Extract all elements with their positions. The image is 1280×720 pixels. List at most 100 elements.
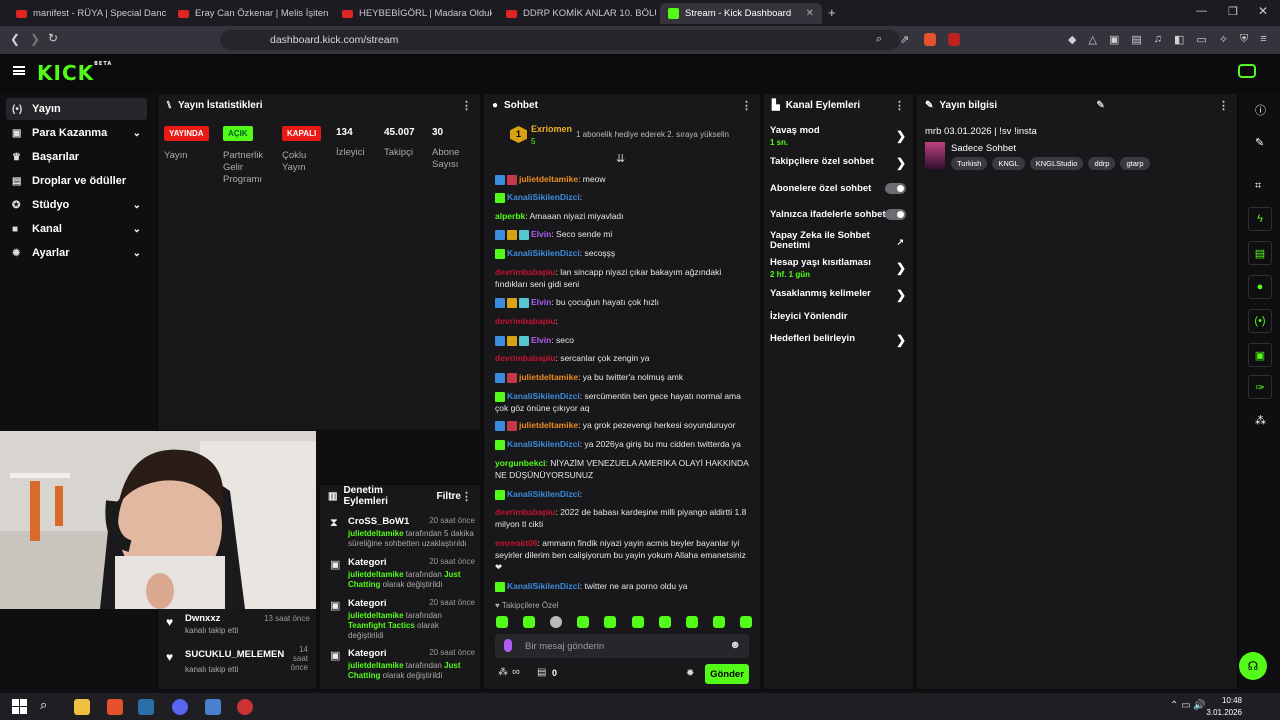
extension-icon[interactable]: ▤ [1131,33,1141,47]
send-button[interactable]: Gönder [705,664,749,684]
rail-document-button[interactable]: ▤ [1248,241,1272,265]
close-window-icon[interactable]: ✕ [1258,4,1268,18]
chat-username[interactable]: yorgunbekci [495,458,546,468]
zoom-icon[interactable]: ⌕ [876,33,882,46]
gift-leader-name[interactable]: Exriomen [531,124,572,134]
collapse-icon[interactable]: ⇊ [616,152,625,165]
emote-icon[interactable] [577,616,590,628]
chat-username[interactable]: alperbk [495,211,525,221]
sidebar-item-droplar[interactable]: ▤ Droplar ve ödüller [6,170,147,192]
tag-chip[interactable]: KNGL [992,157,1025,170]
chat-username[interactable]: julietdeltamike [519,174,578,184]
browser-tab-2[interactable]: Eray Can Özkenar | Melis İşiten ile Za [170,3,328,24]
rail-broadcast-button[interactable]: (•) [1248,309,1272,333]
menu-icon[interactable]: ≡ [1260,33,1266,47]
chat-username[interactable]: Elvin [531,229,551,239]
chat-username[interactable]: julietdeltamike [519,372,578,382]
chat-username[interactable]: Elvin [531,335,551,345]
forward-icon[interactable]: ❯ [30,32,40,46]
action-emotes-only[interactable]: Yalnızca ifadelerle sohbet [770,209,906,220]
emote-icon[interactable] [658,616,671,628]
extension-icon[interactable]: △ [1088,33,1096,47]
wallet-icon[interactable]: ▭ [1196,33,1206,47]
frame-icon[interactable]: ⌗ [1255,180,1261,193]
chat-settings-icon[interactable]: ✹ [686,668,694,679]
extension-icon[interactable]: ▣ [1109,33,1119,47]
tag-chip[interactable]: Turkish [951,157,988,170]
filter-button[interactable]: Filtre [437,491,461,502]
url-field[interactable]: dashboard.kick.com/stream [220,30,900,50]
sidebar-icon[interactable]: ◧ [1174,33,1184,47]
reload-icon[interactable]: ↻ [48,31,58,45]
info-icon[interactable]: ⓘ [1255,102,1266,118]
more-options-icon[interactable]: ⋮ [894,99,905,112]
browser-tab-1[interactable]: manifest - RÜYA | Special Dance [8,3,166,24]
music-icon[interactable]: ♫ [1154,33,1162,47]
help-support-button[interactable]: ☊ [1239,652,1267,680]
tag-chip[interactable]: KNGLStudio [1029,157,1084,170]
vpn-icon[interactable]: ⛨ [1240,33,1248,47]
sidebar-item-para-kazanma[interactable]: ▣ Para Kazanma ⌄ [6,122,147,144]
action-banned-words[interactable]: Yasaklanmış kelimeler ❯ [770,288,906,302]
edit-stream-info-icon[interactable]: ✎ [1096,100,1104,111]
maximize-icon[interactable]: ❐ [1228,5,1238,18]
browser-tab-3[interactable]: HEYBEBİGÖRL | Madara Olduk #627 [334,3,492,24]
browser-tab-active[interactable]: Stream - Kick Dashboard ✕ [660,3,822,24]
emote-icon[interactable] [685,616,698,628]
browser-tab-4[interactable]: DDRP KOMİK ANLAR 10. BÖLÜM VE [498,3,656,24]
discord-icon[interactable] [172,699,188,715]
emotes-only-toggle[interactable] [885,209,906,220]
chat-username[interactable]: KanaliSikilenDizci [507,489,580,499]
brave-shield-icon[interactable] [924,33,936,46]
steam-icon[interactable] [138,699,154,715]
chat-username[interactable]: devrimbabapiu [495,316,555,326]
tag-chip[interactable]: gtarp [1120,157,1150,170]
sidebar-item-studyo[interactable]: ✪ Stüdyo ⌄ [6,194,147,216]
rail-tools-button[interactable]: ✑ [1248,375,1272,399]
emote-icon[interactable] [712,616,725,628]
chat-username[interactable]: KanaliSikilenDizci [507,248,580,258]
back-icon[interactable]: ❮ [10,32,20,46]
share-icon[interactable]: ⇗ [900,33,909,46]
minimize-icon[interactable]: — [1196,5,1207,17]
pencil-icon[interactable]: ✎ [1255,136,1264,149]
chat-username[interactable]: KanaliSikilenDizci [507,439,580,449]
creator-icon[interactable] [1238,64,1256,78]
action-followers-only[interactable]: Takipçilere özel sohbet ❯ [770,156,906,170]
tag-chip[interactable]: ddrp [1088,157,1116,170]
tray-icons[interactable]: ⌃ ▭ 🔊 [1170,700,1206,711]
new-tab-icon[interactable]: + [828,5,836,20]
more-options-icon[interactable]: ⋮ [1218,99,1229,112]
sidebar-item-yayin[interactable]: (•) Yayın [6,98,147,120]
sidebar-item-basarilar[interactable]: ♛ Başarılar [6,146,147,168]
file-explorer-icon[interactable] [74,699,90,715]
action-account-age[interactable]: Hesap yaşı kısıtlaması 2 hf. 1 gün ❯ [770,257,906,279]
points-icon[interactable]: ⁂ [498,667,508,678]
rail-storage-button[interactable]: ▣ [1248,343,1272,367]
close-tab-icon[interactable]: ✕ [806,8,814,19]
extension-icon[interactable]: ◆ [1068,33,1076,47]
hamburger-menu-icon[interactable] [13,66,25,75]
chat-username[interactable]: devrimbabapiu [495,507,555,517]
obs-icon[interactable] [237,699,253,715]
microphone-icon[interactable] [504,639,512,652]
emote-icon[interactable] [739,616,752,628]
emote-icon[interactable] [550,616,563,628]
sidebar-item-ayarlar[interactable]: ✹ Ayarlar ⌄ [6,242,147,264]
chat-username[interactable]: Elvin [531,297,551,307]
action-slow-mode[interactable]: Yavaş mod 1 sn. ❯ [770,125,906,147]
apps-icon[interactable]: ⁂ [1255,414,1266,427]
chat-username[interactable]: devrimbabapiu [495,267,555,277]
ai-icon[interactable]: ✧ [1219,33,1228,47]
action-raid[interactable]: İzleyici Yönlendir [770,311,906,322]
rewards-icon[interactable] [948,33,960,46]
chat-username[interactable]: emreokt06 [495,538,538,548]
action-goals[interactable]: Hedefleri belirleyin ❯ [770,333,906,347]
more-options-icon[interactable]: ⋮ [461,99,472,112]
action-subscribers-only[interactable]: Abonelere özel sohbet [770,183,906,194]
chat-username[interactable]: KanaliSikilenDizci [507,391,580,401]
chat-username[interactable]: julietdeltamike [519,420,578,430]
rail-lightning-button[interactable]: ϟ [1248,207,1272,231]
emoji-icon[interactable]: ☻ [729,639,741,651]
search-icon[interactable]: ⌕ [40,697,47,713]
